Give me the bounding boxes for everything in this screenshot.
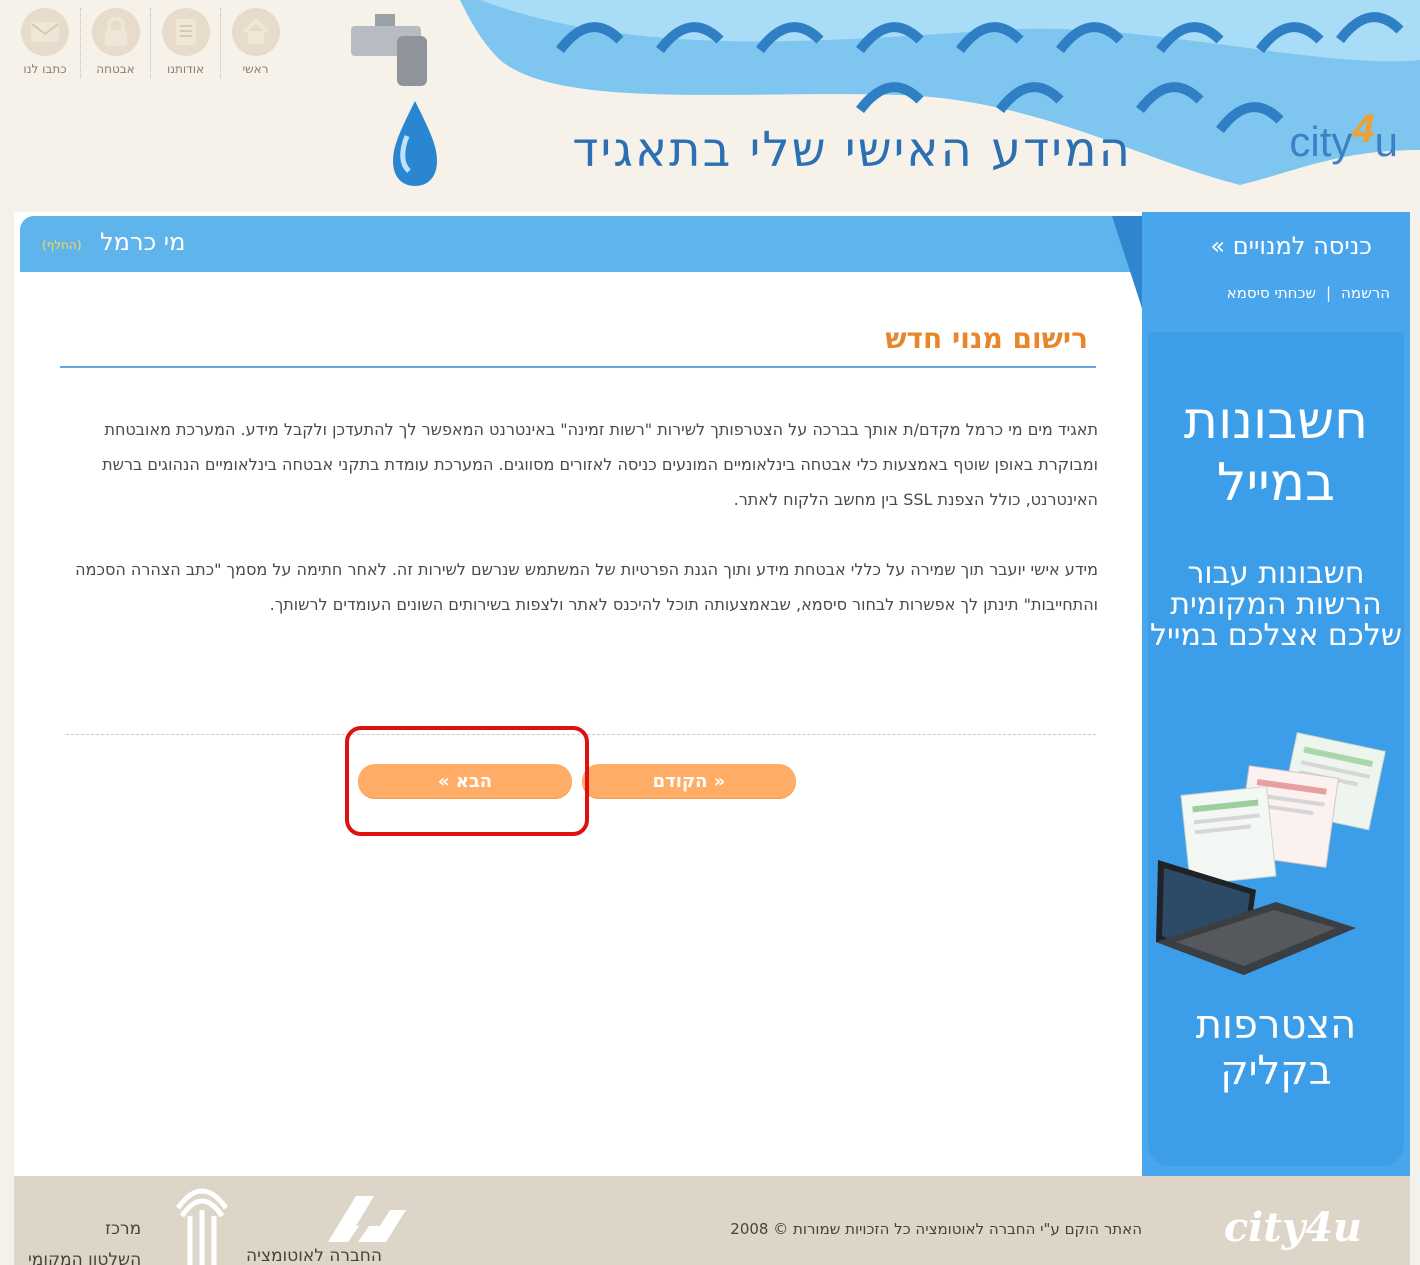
main-content: מי כרמל (החלף) רישום מנוי חדש תאגיד מים … — [14, 212, 1142, 1176]
laptop-bills-illustration — [1156, 732, 1386, 975]
top-navigation: כתבו לנו אבטחה אודותנו ראשי — [10, 8, 290, 78]
email-bills-promo[interactable]: חשבונות במייל חשבונות עבור הרשות המקומית… — [1148, 332, 1404, 1166]
nav-item-home[interactable]: ראשי — [220, 8, 290, 78]
info-icon — [161, 8, 210, 56]
heading-divider — [60, 366, 1096, 368]
site-footer: city4u האתר הוקם ע"י החברה לאוטומציה כל … — [14, 1176, 1410, 1265]
nav-label-home: ראשי — [242, 62, 269, 76]
nav-label-contact: כתבו לנו — [23, 62, 67, 76]
site-title: המידע האישי שלי בתאגיד — [572, 122, 1132, 178]
privacy-paragraph: מידע אישי יועבר תוך שמירה על כללי אבטחת … — [75, 560, 1098, 614]
city4u-logo[interactable]: city4u — [1289, 107, 1398, 166]
logo-text-city: city — [1289, 118, 1353, 165]
local-government-center-label: מרכז השלטון המקומי — [28, 1214, 141, 1265]
subscriber-login-link[interactable]: כניסה למנויים » — [1210, 232, 1372, 260]
nav-item-about[interactable]: אודותנו — [150, 8, 220, 78]
automation-company-label: החברה לאוטומציה — [246, 1246, 382, 1265]
account-links: הרשמה | שכחתי סיסמא — [1227, 284, 1390, 302]
center-label-line2: השלטון המקומי — [28, 1250, 142, 1265]
register-link[interactable]: הרשמה — [1341, 284, 1390, 302]
mail-icon — [21, 8, 69, 56]
nav-item-contact[interactable]: כתבו לנו — [10, 8, 80, 78]
previous-button[interactable]: « הקודם — [582, 764, 796, 798]
promo-title: חשבונות במייל — [1183, 391, 1369, 513]
lock-icon — [91, 8, 140, 56]
promo-call-to-action: הצטרפות בקליק — [1195, 1002, 1357, 1094]
page-title: רישום מנוי חדש — [885, 322, 1088, 355]
site-header: המידע האישי שלי בתאגיד city4u כתבו לנו א… — [0, 0, 1420, 200]
provider-name: מי כרמל — [100, 228, 186, 256]
promo-body: חשבונות עבור הרשות המקומית שלכם אצלכם במ… — [1149, 556, 1402, 653]
nav-label-security: אבטחה — [96, 62, 135, 76]
home-icon — [231, 8, 280, 56]
change-provider-link[interactable]: (החלף) — [42, 238, 82, 252]
center-label-line1: מרכז — [105, 1219, 142, 1239]
intro-paragraph: תאגיד מים מי כרמל מקדם/ת אותך בברכה על ה… — [102, 420, 1098, 509]
nav-item-security[interactable]: אבטחה — [80, 8, 150, 78]
provider-bar: מי כרמל (החלף) — [20, 216, 1142, 272]
logo-text-u: u — [1374, 118, 1398, 165]
local-government-center-logo[interactable] — [168, 1186, 238, 1265]
copyright-text: האתר הוקם ע"י החברה לאוטומציה כל הזכויות… — [730, 1220, 1142, 1238]
forgot-password-link[interactable]: שכחתי סיסמא — [1227, 284, 1316, 302]
water-tap-icon — [351, 14, 437, 186]
logo-text-four: 4 — [1352, 107, 1375, 151]
nav-label-about: אודותנו — [166, 62, 205, 76]
next-button[interactable]: הבא » — [358, 764, 572, 798]
link-separator: | — [1326, 284, 1332, 302]
sidebar: כניסה למנויים » הרשמה | שכחתי סיסמא חשבו… — [1142, 212, 1410, 1176]
dashed-divider — [66, 734, 1096, 735]
footer-brand-logo: city4u — [1223, 1204, 1362, 1251]
